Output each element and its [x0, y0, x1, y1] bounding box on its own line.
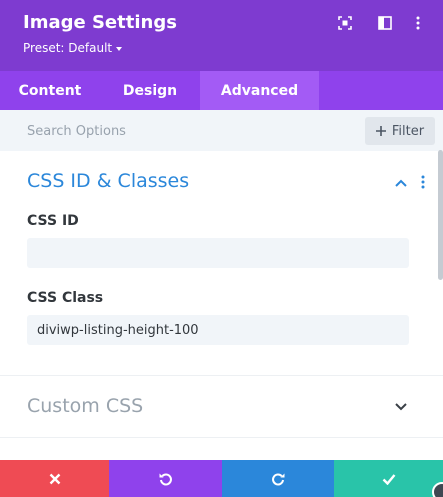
discard-button[interactable] [0, 460, 109, 497]
plus-icon [375, 126, 386, 136]
action-footer [0, 460, 443, 497]
save-button[interactable] [334, 460, 443, 497]
expand-icon[interactable] [337, 15, 353, 31]
redo-button[interactable] [222, 460, 334, 497]
css-id-input[interactable] [27, 238, 409, 268]
more-options-icon[interactable] [410, 15, 426, 31]
section-divider [0, 437, 443, 438]
css-id-label: CSS ID [27, 213, 79, 229]
section-divider [0, 375, 443, 376]
search-options-input[interactable] [15, 118, 345, 144]
filter-label: Filter [391, 123, 425, 139]
caret-down-icon [116, 46, 123, 51]
redo-icon [272, 473, 285, 485]
section-title-custom-css[interactable]: Custom CSS [27, 395, 143, 417]
tab-design[interactable]: Design [100, 71, 200, 110]
tab-advanced[interactable]: Advanced [200, 71, 319, 110]
sidebar-toggle-icon[interactable] [377, 15, 393, 31]
tab-content[interactable]: Content [0, 71, 100, 110]
modal-title: Image Settings [23, 12, 177, 33]
css-class-label: CSS Class [27, 290, 104, 306]
scrollbar-thumb[interactable] [438, 150, 443, 280]
section-options-icon[interactable] [419, 174, 427, 190]
preset-label: Preset: Default [23, 41, 113, 55]
preset-dropdown[interactable]: Preset: Default [23, 41, 123, 55]
settings-header: Image Settings Preset: Default [0, 0, 443, 71]
tab-bar: Content Design Advanced [0, 71, 443, 110]
filter-button[interactable]: Filter [365, 117, 435, 145]
close-icon [49, 473, 60, 484]
check-icon [382, 473, 395, 485]
chevron-up-icon[interactable] [394, 176, 408, 190]
undo-button[interactable] [109, 460, 222, 497]
avatar[interactable] [432, 482, 443, 497]
chevron-down-icon[interactable] [394, 400, 408, 414]
section-title-css-id-classes[interactable]: CSS ID & Classes [27, 170, 189, 192]
undo-icon [159, 473, 172, 485]
css-class-input[interactable] [27, 315, 409, 345]
